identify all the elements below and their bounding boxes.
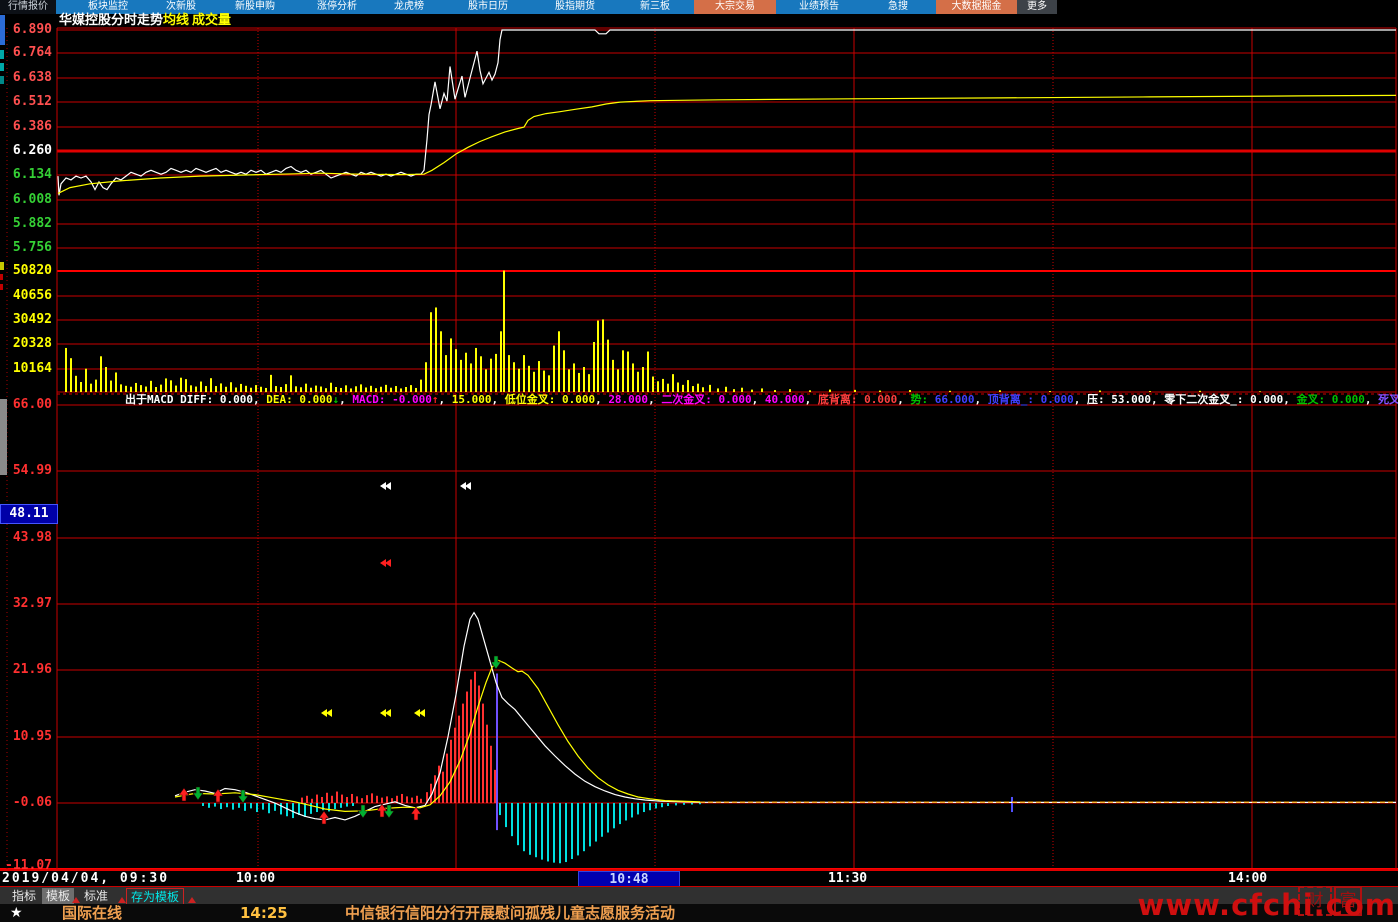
time-axis-label: 11:30: [828, 871, 868, 886]
buy-arrow-icon: [318, 810, 330, 825]
indicator-header-segment: ,: [438, 393, 452, 406]
series-price: [57, 29, 1396, 196]
edge-fragment: [0, 15, 5, 45]
sell-arrow-icon: [237, 789, 249, 804]
indicator-header-segment: 28.000: [608, 393, 649, 406]
price-axis-label: 6.890: [12, 22, 52, 37]
indicator-header-segment: 66.000: [934, 393, 975, 406]
indicator-header-segment: 40.000: [764, 393, 805, 406]
volume-axis-label: 20328: [12, 336, 52, 351]
scrollbar-thumb[interactable]: [0, 399, 7, 475]
indicator-header-segment: ,: [804, 393, 818, 406]
chevron-marker-icon: [321, 709, 327, 717]
indicator-header-segment: 死叉: 0.000: [1378, 393, 1398, 406]
price-axis-label: 6.512: [12, 94, 52, 109]
edge-fragment: [0, 284, 3, 290]
chevron-marker-icon: [380, 559, 386, 567]
price-axis-label: 6.764: [12, 45, 52, 60]
sell-arrow-icon: [357, 804, 369, 819]
tab-separator-pip-icon: [72, 897, 80, 903]
indicator-header-segment: 15.000: [451, 393, 492, 406]
indicator-header-segment: ,: [974, 393, 988, 406]
indicator-axis-label: -0.06: [12, 795, 52, 810]
indicator-header-segment: DIFF: 0.000: [180, 393, 253, 406]
tab-指标[interactable]: 指标: [8, 888, 40, 904]
chevron-marker-icon: [414, 709, 420, 717]
time-axis: 2019/04/04, 09:30 10:48 10:00 11:30 14:00: [0, 869, 1398, 889]
time-axis-label: 14:00: [1228, 871, 1268, 886]
chart-canvas[interactable]: [0, 0, 1398, 922]
indicator-header-segment: 低位金叉: 0.000: [504, 393, 596, 406]
indicator-header-segment: ,: [595, 393, 609, 406]
price-axis-label: 6.638: [12, 70, 52, 85]
edge-fragment: [0, 76, 4, 84]
sell-arrow-icon: [192, 786, 204, 801]
star-icon[interactable]: ★: [10, 904, 23, 922]
indicator-axis-label: 32.97: [12, 596, 52, 611]
indicator-header-segment: 零下二次金叉_: 0.000: [1164, 393, 1284, 406]
news-source: 国际在线: [62, 904, 123, 922]
indicator-header: 出于MACD DIFF: 0.000, DEA: 0.000↓, MACD: -…: [125, 393, 1398, 407]
indicator-header-segment: ,: [751, 393, 765, 406]
volume-axis-label: 30492: [12, 312, 52, 327]
indicator-header-segment: 出于MACD: [125, 393, 181, 406]
indicator-header-segment: MACD: -0.000: [352, 393, 432, 406]
status-time: 14:25: [240, 904, 288, 922]
tab-标准[interactable]: 标准: [80, 888, 112, 904]
indicator-header-segment: ,: [1283, 393, 1297, 406]
tab-separator-pip-icon: [188, 897, 196, 903]
volume-axis-label: 50820: [12, 263, 52, 278]
series-avg-price: [57, 94, 1397, 194]
indicator-header-segment: DEA: 0.000: [266, 393, 333, 406]
series-DIFF: [174, 611, 1397, 821]
price-axis-label: 6.386: [12, 119, 52, 134]
sell-arrow-icon: [383, 804, 395, 819]
indicator-axis-label: 54.99: [12, 463, 52, 478]
indicator-header-segment: ,: [491, 393, 505, 406]
edge-fragment: [0, 262, 4, 270]
time-axis-label: 10:00: [236, 871, 276, 886]
indicator-header-segment: ,: [339, 393, 353, 406]
tab-separator-pip-icon: [118, 897, 126, 903]
date-session-label: 2019/04/04, 09:30: [2, 871, 170, 886]
edge-fragment: [0, 63, 4, 71]
app-window: 行情报价 板块监控 次新股 新股申购 涨停分析 龙虎榜 股市日历 股指期货 新三板 大宗交易 业绩预…: [0, 0, 1398, 922]
indicator-header-segment: 势:: [910, 393, 935, 406]
watermark: www.cfchi.com: [1137, 888, 1396, 922]
indicator-header-segment: ,: [1073, 393, 1088, 406]
price-axis-label: 5.756: [12, 240, 52, 255]
indicator-axis-label: 10.95: [12, 729, 52, 744]
indicator-header-segment: 二次金叉: 0.000: [661, 393, 752, 406]
indicator-header-segment: ,: [252, 393, 267, 406]
indicator-header-segment: 底背离: 0.000: [817, 393, 898, 406]
price-axis-label: 6.008: [12, 192, 52, 207]
indicator-header-segment: 金叉: 0.000: [1296, 393, 1365, 406]
edge-fragment: [0, 50, 4, 59]
indicator-header-segment: ,: [897, 393, 911, 406]
volume-axis-label: 40656: [12, 288, 52, 303]
buy-arrow-icon: [212, 788, 224, 803]
price-axis-label: 5.882: [12, 216, 52, 231]
indicator-axis-label: 66.00: [12, 397, 52, 412]
indicator-axis-label: 21.96: [12, 662, 52, 677]
price-axis-label: 6.134: [12, 167, 52, 182]
news-ticker[interactable]: 中信银行信阳分行开展慰问孤残儿童志愿服务活动: [345, 904, 675, 922]
indicator-header-segment: ,: [648, 393, 662, 406]
volume-axis-label: 10164: [12, 361, 52, 376]
indicator-header-segment: 顶背离_: 0.000: [987, 393, 1074, 406]
indicator-header-segment: 压: 53.000: [1087, 393, 1151, 406]
indicator-header-segment: ,: [1151, 393, 1165, 406]
chevron-marker-icon: [380, 709, 386, 717]
edge-fragment: [0, 274, 3, 280]
buy-arrow-icon: [410, 806, 422, 821]
indicator-header-segment: ,: [1364, 393, 1379, 406]
buy-arrow-icon: [178, 787, 190, 802]
tab-模板[interactable]: 模板: [42, 888, 75, 904]
price-axis-label: 6.260: [12, 143, 52, 158]
series-DEA: [174, 659, 701, 813]
indicator-axis-label: 43.98: [12, 530, 52, 545]
crosshair-value-box: 48.11: [0, 504, 58, 524]
chevron-marker-icon: [380, 482, 386, 490]
chevron-marker-icon: [460, 482, 466, 490]
